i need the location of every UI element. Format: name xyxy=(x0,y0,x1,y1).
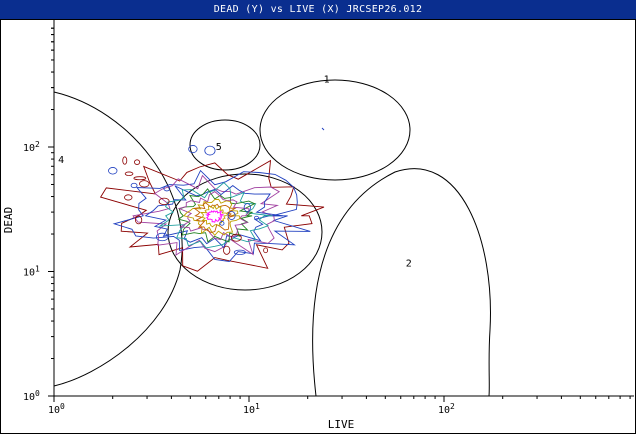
contour-outlier xyxy=(122,156,128,165)
contour-level xyxy=(183,198,241,236)
gate-1-event xyxy=(321,127,325,131)
gate-label-5: 5 xyxy=(216,142,222,153)
contour-plot[interactable]: 100 101 102 100 101 102 1 2 5 4 LIVE DEAD xyxy=(0,0,636,434)
contour-outlier xyxy=(124,171,134,176)
y-axis-label: DEAD xyxy=(2,207,15,234)
gate-1[interactable] xyxy=(259,79,411,181)
y-tick-label: 100 xyxy=(23,389,40,403)
contour-outlier xyxy=(223,245,231,255)
x-tick-label: 100 xyxy=(48,402,65,416)
contour-outlier xyxy=(139,180,150,188)
contour-outlier xyxy=(133,159,141,165)
gate-5[interactable] xyxy=(189,119,261,171)
contour-outlier xyxy=(130,182,138,189)
gate-label-1: 1 xyxy=(324,74,330,85)
contour-layer xyxy=(99,127,325,272)
gate-arc[interactable] xyxy=(53,91,183,387)
y-tick-label: 101 xyxy=(23,265,40,279)
contour-outlier xyxy=(204,145,216,156)
x-axis-label: LIVE xyxy=(328,418,355,431)
contour-outlier xyxy=(263,247,269,254)
contour-outlier xyxy=(124,194,133,201)
contour-outlier xyxy=(108,167,118,175)
contour-outlier xyxy=(133,176,147,181)
gate-label-4: 4 xyxy=(58,155,64,166)
y-tick-label: 102 xyxy=(23,140,40,154)
x-tick-label: 102 xyxy=(438,402,455,416)
x-tick-label: 101 xyxy=(243,402,260,416)
gate-2[interactable] xyxy=(312,168,491,397)
contour-level xyxy=(205,210,224,223)
contour-outlier xyxy=(158,197,170,206)
contour-outlier xyxy=(219,221,225,226)
flow-cytometry-window: DEAD (Y) vs LIVE (X) JRCSEP26.012 100 101… xyxy=(0,0,636,434)
gate-label-2: 2 xyxy=(406,258,412,269)
